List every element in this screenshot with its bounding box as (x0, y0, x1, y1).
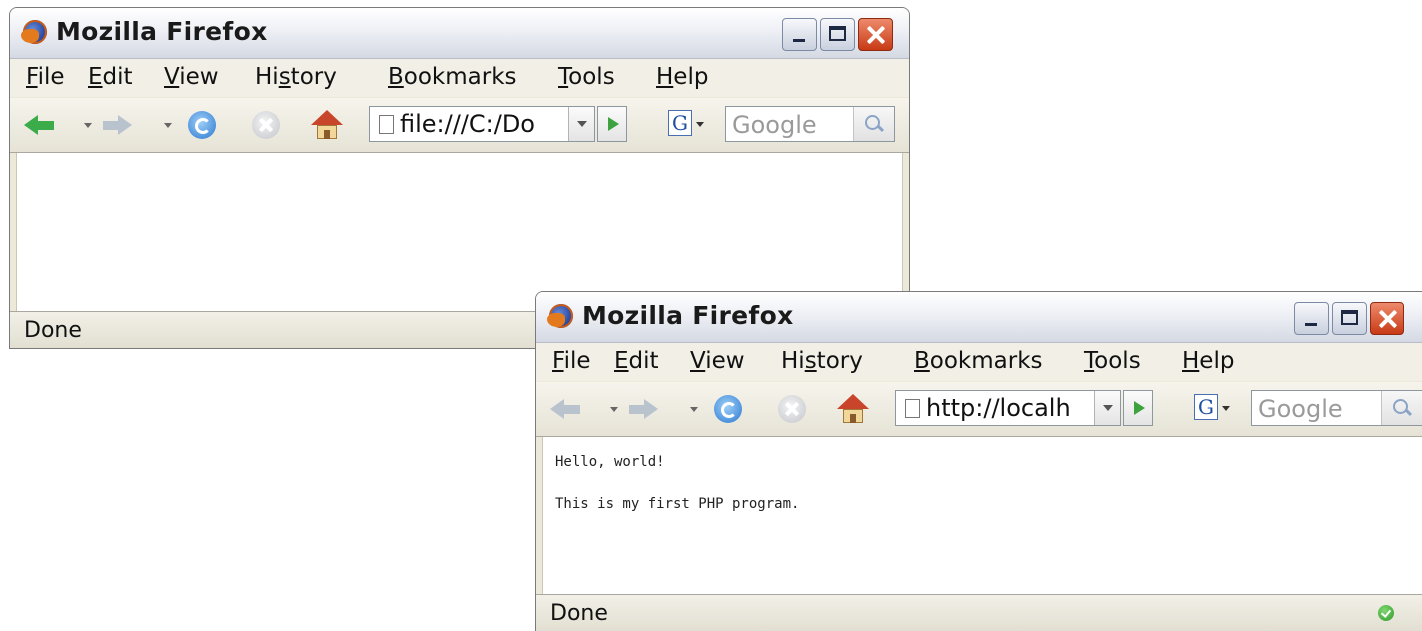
forward-icon[interactable] (102, 109, 134, 141)
navigation-toolbar: file:///C:/Do G Google (10, 98, 909, 153)
reload-icon[interactable] (712, 393, 744, 425)
close-icon[interactable] (858, 18, 893, 51)
menu-history[interactable]: History (255, 64, 337, 90)
go-icon[interactable] (1123, 390, 1153, 426)
menu-tools[interactable]: Tools (558, 64, 615, 90)
minimize-icon[interactable] (1294, 302, 1329, 335)
address-bar[interactable]: file:///C:/Do (369, 106, 595, 142)
search-placeholder: Google (1258, 395, 1343, 423)
page-content (16, 153, 903, 312)
back-icon[interactable] (550, 393, 582, 425)
address-text: file:///C:/Do (400, 110, 535, 138)
address-bar[interactable]: http://localh (895, 390, 1121, 426)
address-text: http://localh (926, 394, 1071, 422)
home-icon[interactable] (311, 109, 343, 141)
search-engine-dropdown-icon[interactable] (696, 122, 704, 127)
window-title: Mozilla Firefox (582, 301, 794, 330)
title-bar[interactable]: Mozilla Firefox (536, 292, 1422, 343)
search-placeholder: Google (732, 111, 817, 139)
google-icon[interactable]: G (1194, 394, 1218, 420)
back-history-dropdown-icon[interactable] (84, 123, 92, 128)
menu-bookmarks[interactable]: Bookmarks (914, 348, 1043, 374)
navigation-toolbar: http://localh G Google (536, 382, 1422, 437)
stop-icon[interactable] (250, 109, 282, 141)
page-icon (905, 399, 920, 418)
forward-history-dropdown-icon[interactable] (690, 407, 698, 412)
content-line-2: This is my first PHP program. (555, 496, 800, 512)
status-text: Done (24, 318, 82, 343)
page-content: Hello, world! This is my first PHP progr… (542, 437, 1422, 595)
maximize-icon[interactable] (820, 18, 855, 51)
menu-edit[interactable]: Edit (614, 348, 659, 374)
page-icon (379, 115, 394, 134)
firefox-icon (21, 20, 47, 44)
menu-help[interactable]: Help (656, 64, 708, 90)
google-icon[interactable]: G (668, 110, 692, 136)
firefox-icon (547, 304, 573, 328)
back-icon[interactable] (24, 109, 56, 141)
close-icon[interactable] (1370, 302, 1404, 335)
menu-bar: File Edit View History Bookmarks Tools H… (10, 59, 909, 97)
home-icon[interactable] (837, 393, 869, 425)
search-icon[interactable] (853, 107, 894, 141)
stop-icon[interactable] (776, 393, 808, 425)
address-dropdown-icon[interactable] (568, 107, 594, 141)
title-bar[interactable]: Mozilla Firefox (10, 8, 909, 59)
content-line-1: Hello, world! (555, 454, 665, 470)
address-dropdown-icon[interactable] (1094, 391, 1120, 425)
search-input[interactable]: Google (1251, 390, 1422, 426)
firefox-window-2: Mozilla Firefox File Edit View History B… (535, 291, 1422, 631)
go-icon[interactable] (597, 106, 627, 142)
menu-file[interactable]: File (552, 348, 591, 374)
menu-view[interactable]: View (690, 348, 745, 374)
back-history-dropdown-icon[interactable] (610, 407, 618, 412)
menu-bar: File Edit View History Bookmarks Tools H… (536, 343, 1422, 381)
reload-icon[interactable] (186, 109, 218, 141)
menu-edit[interactable]: Edit (88, 64, 133, 90)
status-bar: Done (536, 594, 1422, 631)
menu-view[interactable]: View (164, 64, 219, 90)
status-text: Done (550, 601, 608, 626)
maximize-icon[interactable] (1332, 302, 1367, 335)
forward-icon[interactable] (628, 393, 660, 425)
forward-history-dropdown-icon[interactable] (164, 123, 172, 128)
menu-file[interactable]: File (26, 64, 65, 90)
menu-help[interactable]: Help (1182, 348, 1234, 374)
secure-status-icon (1378, 605, 1394, 621)
menu-tools[interactable]: Tools (1084, 348, 1141, 374)
menu-history[interactable]: History (781, 348, 863, 374)
search-icon[interactable] (1381, 391, 1422, 425)
window-title: Mozilla Firefox (56, 17, 268, 46)
menu-bookmarks[interactable]: Bookmarks (388, 64, 517, 90)
search-engine-dropdown-icon[interactable] (1222, 406, 1230, 411)
search-input[interactable]: Google (725, 106, 895, 142)
minimize-icon[interactable] (782, 18, 817, 51)
